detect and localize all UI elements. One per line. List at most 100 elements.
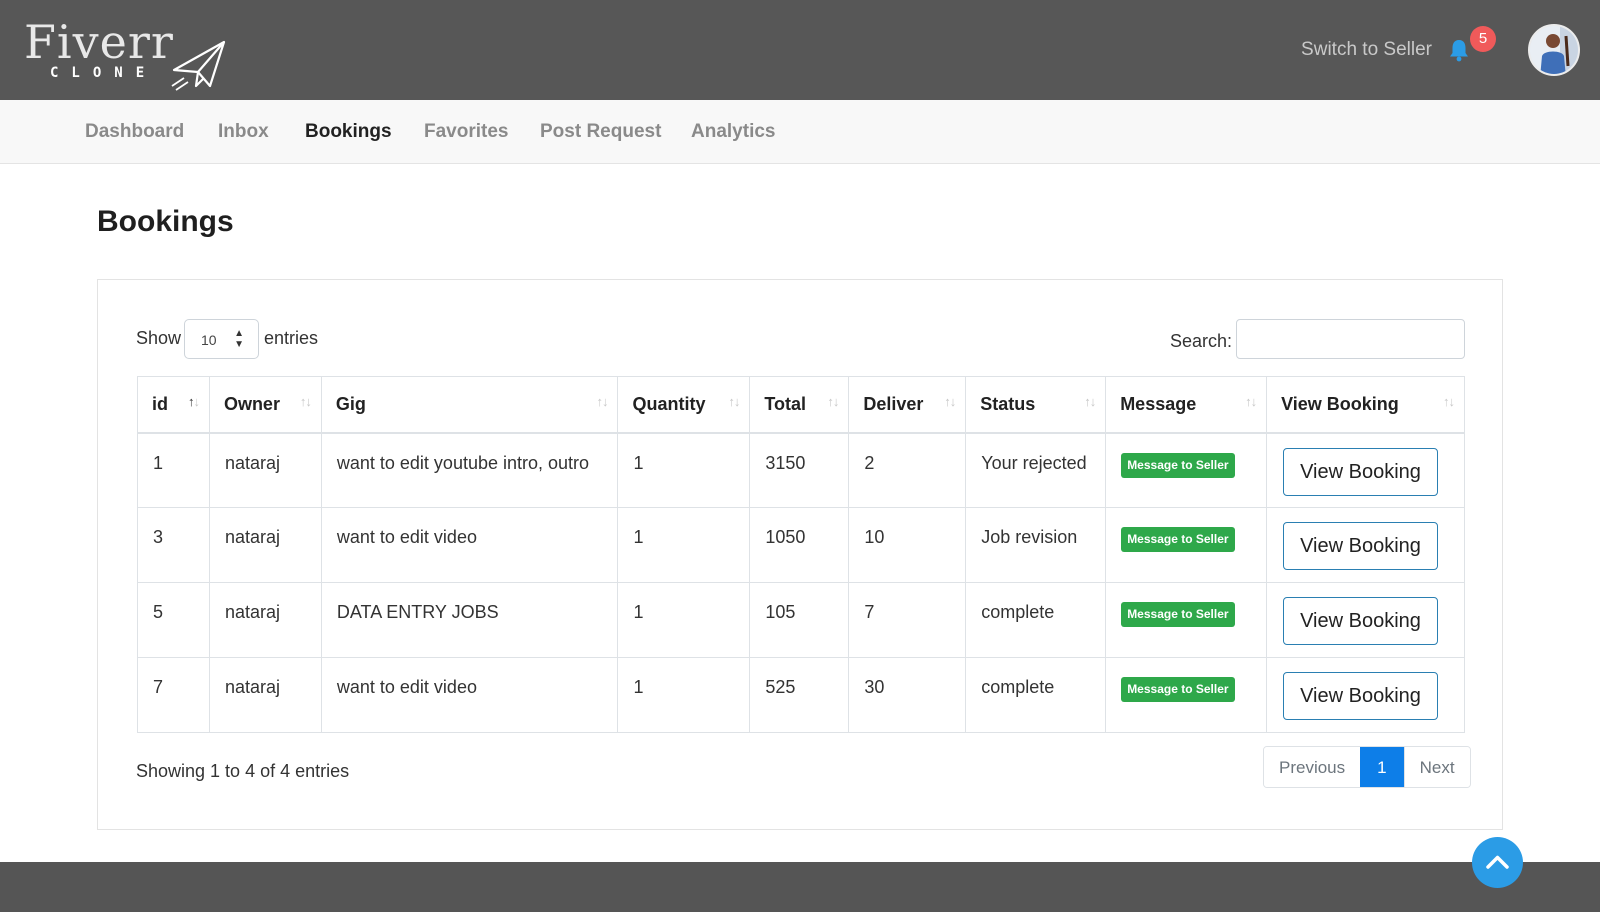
cell-quantity: 1 — [617, 657, 751, 733]
message-to-seller-button[interactable]: Message to Seller — [1121, 677, 1235, 702]
message-to-seller-button[interactable]: Message to Seller — [1121, 527, 1235, 552]
cell-message: Message to Seller — [1105, 432, 1268, 508]
sort-icon: ↑↓ — [728, 394, 740, 409]
avatar-image — [1530, 26, 1578, 74]
cell-quantity: 1 — [617, 582, 751, 658]
cell-gig: want to edit video — [320, 507, 619, 583]
column-header-gig[interactable]: Gig ↑↓ — [320, 376, 619, 434]
table-row: 7 nataraj want to edit video 1 525 30 co… — [137, 657, 1465, 733]
cell-id: 5 — [137, 582, 210, 658]
sort-icon: ↑↓ — [944, 394, 956, 409]
page-length-value: 10 — [201, 332, 217, 348]
cell-view-booking: View Booking — [1266, 657, 1465, 733]
message-to-seller-button[interactable]: Message to Seller — [1121, 602, 1235, 627]
page-title: Bookings — [97, 205, 234, 238]
cell-total: 3150 — [749, 432, 850, 508]
cell-owner: nataraj — [208, 432, 322, 508]
brand-logo[interactable]: Fiverr CLONE — [24, 15, 226, 91]
chevron-up-icon — [1486, 855, 1509, 869]
sort-icon: ↑↓ — [1084, 394, 1096, 409]
message-to-seller-button[interactable]: Message to Seller — [1121, 452, 1235, 478]
cell-total: 1050 — [749, 507, 850, 583]
cell-view-booking: View Booking — [1266, 582, 1465, 658]
show-label: Show — [136, 328, 182, 348]
sort-asc-icon: ↑↓ — [187, 394, 200, 409]
cell-deliver: 30 — [848, 657, 967, 733]
user-avatar[interactable] — [1528, 24, 1580, 76]
cell-gig: DATA ENTRY JOBS — [320, 582, 619, 658]
footer — [0, 862, 1600, 912]
column-header-deliver[interactable]: Deliver ↑↓ — [848, 376, 967, 434]
cell-quantity: 1 — [617, 432, 751, 508]
cell-id: 1 — [137, 432, 210, 508]
column-header-view-booking[interactable]: View Booking ↑↓ — [1266, 376, 1465, 434]
nav-favorites[interactable]: Favorites — [424, 120, 508, 144]
table-info: Showing 1 to 4 of 4 entries — [136, 761, 350, 781]
bell-icon[interactable] — [1448, 38, 1470, 62]
entries-label: entries — [264, 328, 319, 348]
cell-message: Message to Seller — [1105, 507, 1268, 583]
page-length-select[interactable]: 10 ▲ ▼ — [184, 319, 259, 359]
view-booking-button[interactable]: View Booking — [1283, 597, 1438, 645]
cell-status: complete — [965, 582, 1107, 658]
column-header-status[interactable]: Status ↑↓ — [965, 376, 1107, 434]
column-header-quantity[interactable]: Quantity ↑↓ — [617, 376, 751, 434]
cell-quantity: 1 — [617, 507, 751, 583]
sort-icon: ↑↓ — [1245, 394, 1257, 409]
cell-owner: nataraj — [208, 582, 322, 658]
sort-icon: ↑↓ — [827, 394, 839, 409]
cell-gig: want to edit video — [320, 657, 619, 733]
cell-id: 3 — [137, 507, 210, 583]
table-row: 3 nataraj want to edit video 1 1050 10 J… — [137, 507, 1465, 583]
nav-post-request[interactable]: Post Request — [540, 120, 661, 144]
top-header: Fiverr CLONE Switch to Seller 5 — [0, 0, 1600, 100]
select-arrows-icon: ▲ ▼ — [234, 328, 244, 350]
cell-owner: nataraj — [208, 507, 322, 583]
cell-view-booking: View Booking — [1266, 507, 1465, 583]
switch-to-seller-link[interactable]: Switch to Seller — [1301, 38, 1432, 62]
cell-status: complete — [965, 657, 1107, 733]
nav-bookings[interactable]: Bookings — [305, 120, 392, 144]
pagination-previous[interactable]: Previous — [1264, 747, 1361, 787]
sort-icon: ↑↓ — [596, 394, 608, 409]
cell-message: Message to Seller — [1105, 582, 1268, 658]
nav-dashboard[interactable]: Dashboard — [85, 120, 184, 144]
cell-status: Your rejected — [965, 432, 1107, 508]
bookings-table: id ↑↓ Owner ↑↓ Gig ↑↓ Quantity ↑↓ Total ↑↓ De… — [137, 376, 1465, 733]
column-header-total[interactable]: Total ↑↓ — [749, 376, 850, 434]
table-header-row: id ↑↓ Owner ↑↓ Gig ↑↓ Quantity ↑↓ Total ↑↓ De… — [137, 376, 1465, 434]
search-input[interactable] — [1236, 319, 1465, 359]
cell-total: 105 — [749, 582, 850, 658]
search-label: Search: — [1170, 331, 1233, 351]
cell-deliver: 7 — [848, 582, 967, 658]
logo-text: Fiverr — [24, 15, 174, 69]
scroll-to-top-button[interactable] — [1472, 837, 1523, 888]
dashboard-subnav: Dashboard Inbox Bookings Favorites Post … — [0, 100, 1600, 164]
sort-icon: ↑↓ — [299, 394, 312, 409]
cell-message: Message to Seller — [1105, 657, 1268, 733]
cell-gig: want to edit youtube intro, outro — [320, 432, 619, 508]
cell-view-booking: View Booking — [1266, 432, 1465, 508]
view-booking-button[interactable]: View Booking — [1283, 447, 1438, 496]
view-booking-button[interactable]: View Booking — [1283, 522, 1438, 570]
paper-plane-icon — [171, 40, 226, 91]
view-booking-button[interactable]: View Booking — [1283, 672, 1438, 720]
table-row: 1 nataraj want to edit youtube intro, ou… — [137, 432, 1465, 508]
cell-deliver: 10 — [848, 507, 967, 583]
nav-inbox[interactable]: Inbox — [218, 120, 269, 144]
cell-id: 7 — [137, 657, 210, 733]
cell-owner: nataraj — [208, 657, 322, 733]
column-header-id[interactable]: id ↑↓ — [137, 376, 210, 434]
column-header-owner[interactable]: Owner ↑↓ — [208, 376, 322, 434]
nav-analytics[interactable]: Analytics — [691, 120, 775, 144]
logo-tagline: CLONE — [50, 65, 158, 81]
sort-icon: ↑↓ — [1443, 394, 1455, 409]
cell-status: Job revision — [965, 507, 1107, 583]
pagination-page-1[interactable]: 1 — [1360, 747, 1404, 787]
pagination-next[interactable]: Next — [1403, 747, 1470, 787]
cell-total: 525 — [749, 657, 850, 733]
table-row: 5 nataraj DATA ENTRY JOBS 1 105 7 comple… — [137, 582, 1465, 658]
pagination: Previous 1 Next — [1263, 746, 1471, 788]
column-header-message[interactable]: Message ↑↓ — [1105, 376, 1268, 434]
notification-count-badge: 5 — [1470, 26, 1496, 52]
